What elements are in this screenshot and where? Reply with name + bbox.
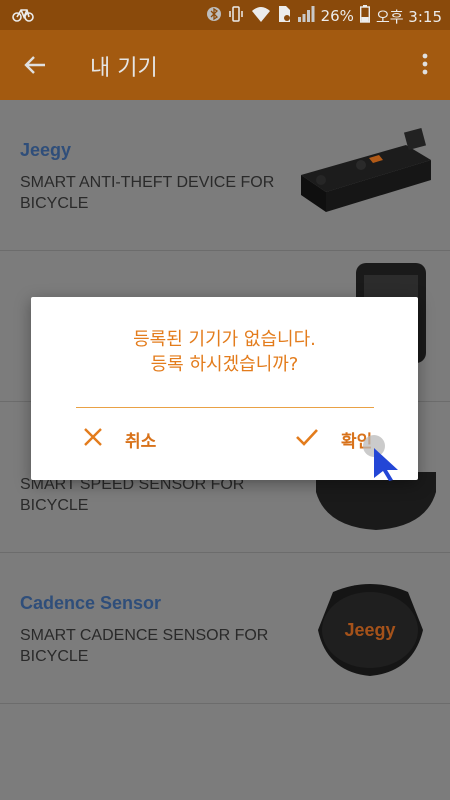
dialog-message-line2: 등록 하시겠습니까? <box>150 354 299 375</box>
jeegy-logo: Jeegy <box>344 620 395 640</box>
device-name: Cadence Sensor <box>20 593 162 613</box>
vibrate-icon <box>227 5 245 27</box>
cadence-sensor-image: Jeegy <box>313 580 428 684</box>
battery-icon <box>359 5 370 27</box>
pointer-cursor-icon <box>360 432 404 486</box>
device-description: SMART SPEED SENSOR FOR BICYCLE <box>20 476 245 514</box>
dialog-message-line1: 등록된 기기가 없습니다. <box>133 329 316 350</box>
clock: 오후 3:15 <box>375 7 442 26</box>
wifi-icon <box>251 5 271 27</box>
dialog-divider <box>76 407 374 408</box>
status-bar: 26% 오후 3:15 <box>0 0 450 30</box>
bluetooth-icon <box>206 5 221 27</box>
app-bar: 내 기기 <box>0 30 450 100</box>
anti-theft-device-image <box>291 120 436 234</box>
page-title: 내 기기 <box>90 56 158 81</box>
cancel-button[interactable]: 취소 <box>83 427 156 452</box>
list-item-cadence-sensor[interactable]: Cadence Sensor SMART CADENCE SENSOR FOR … <box>0 553 450 704</box>
list-item-jeegy[interactable]: Jeegy SMART ANTI-THEFT DEVICE FOR BICYCL… <box>0 100 450 251</box>
device-description: SMART CADENCE SENSOR FOR BICYCLE <box>20 627 269 665</box>
bicycle-icon <box>12 6 34 26</box>
cancel-label: 취소 <box>125 432 157 452</box>
device-name: Jeegy <box>20 140 72 160</box>
back-arrow-icon[interactable] <box>22 52 48 82</box>
more-options-icon[interactable] <box>422 52 428 80</box>
sim-card-icon <box>277 5 291 27</box>
status-icons: 26% 오후 3:15 <box>206 5 442 27</box>
device-description: SMART ANTI-THEFT DEVICE FOR BICYCLE <box>20 174 275 212</box>
check-icon <box>295 427 319 452</box>
battery-percent: 26% <box>320 7 354 25</box>
signal-icon <box>297 5 315 27</box>
close-icon <box>83 427 103 452</box>
dialog-message: 등록된 기기가 없습니다. 등록 하시겠습니까? <box>31 327 418 377</box>
